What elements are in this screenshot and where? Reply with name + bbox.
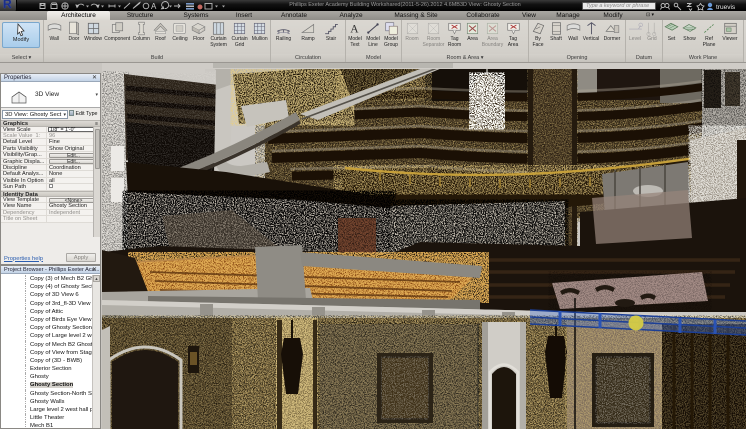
svg-text:truevis: truevis [716, 4, 736, 11]
svg-text:A: A [350, 24, 359, 36]
svg-text:A: A [151, 2, 157, 11]
